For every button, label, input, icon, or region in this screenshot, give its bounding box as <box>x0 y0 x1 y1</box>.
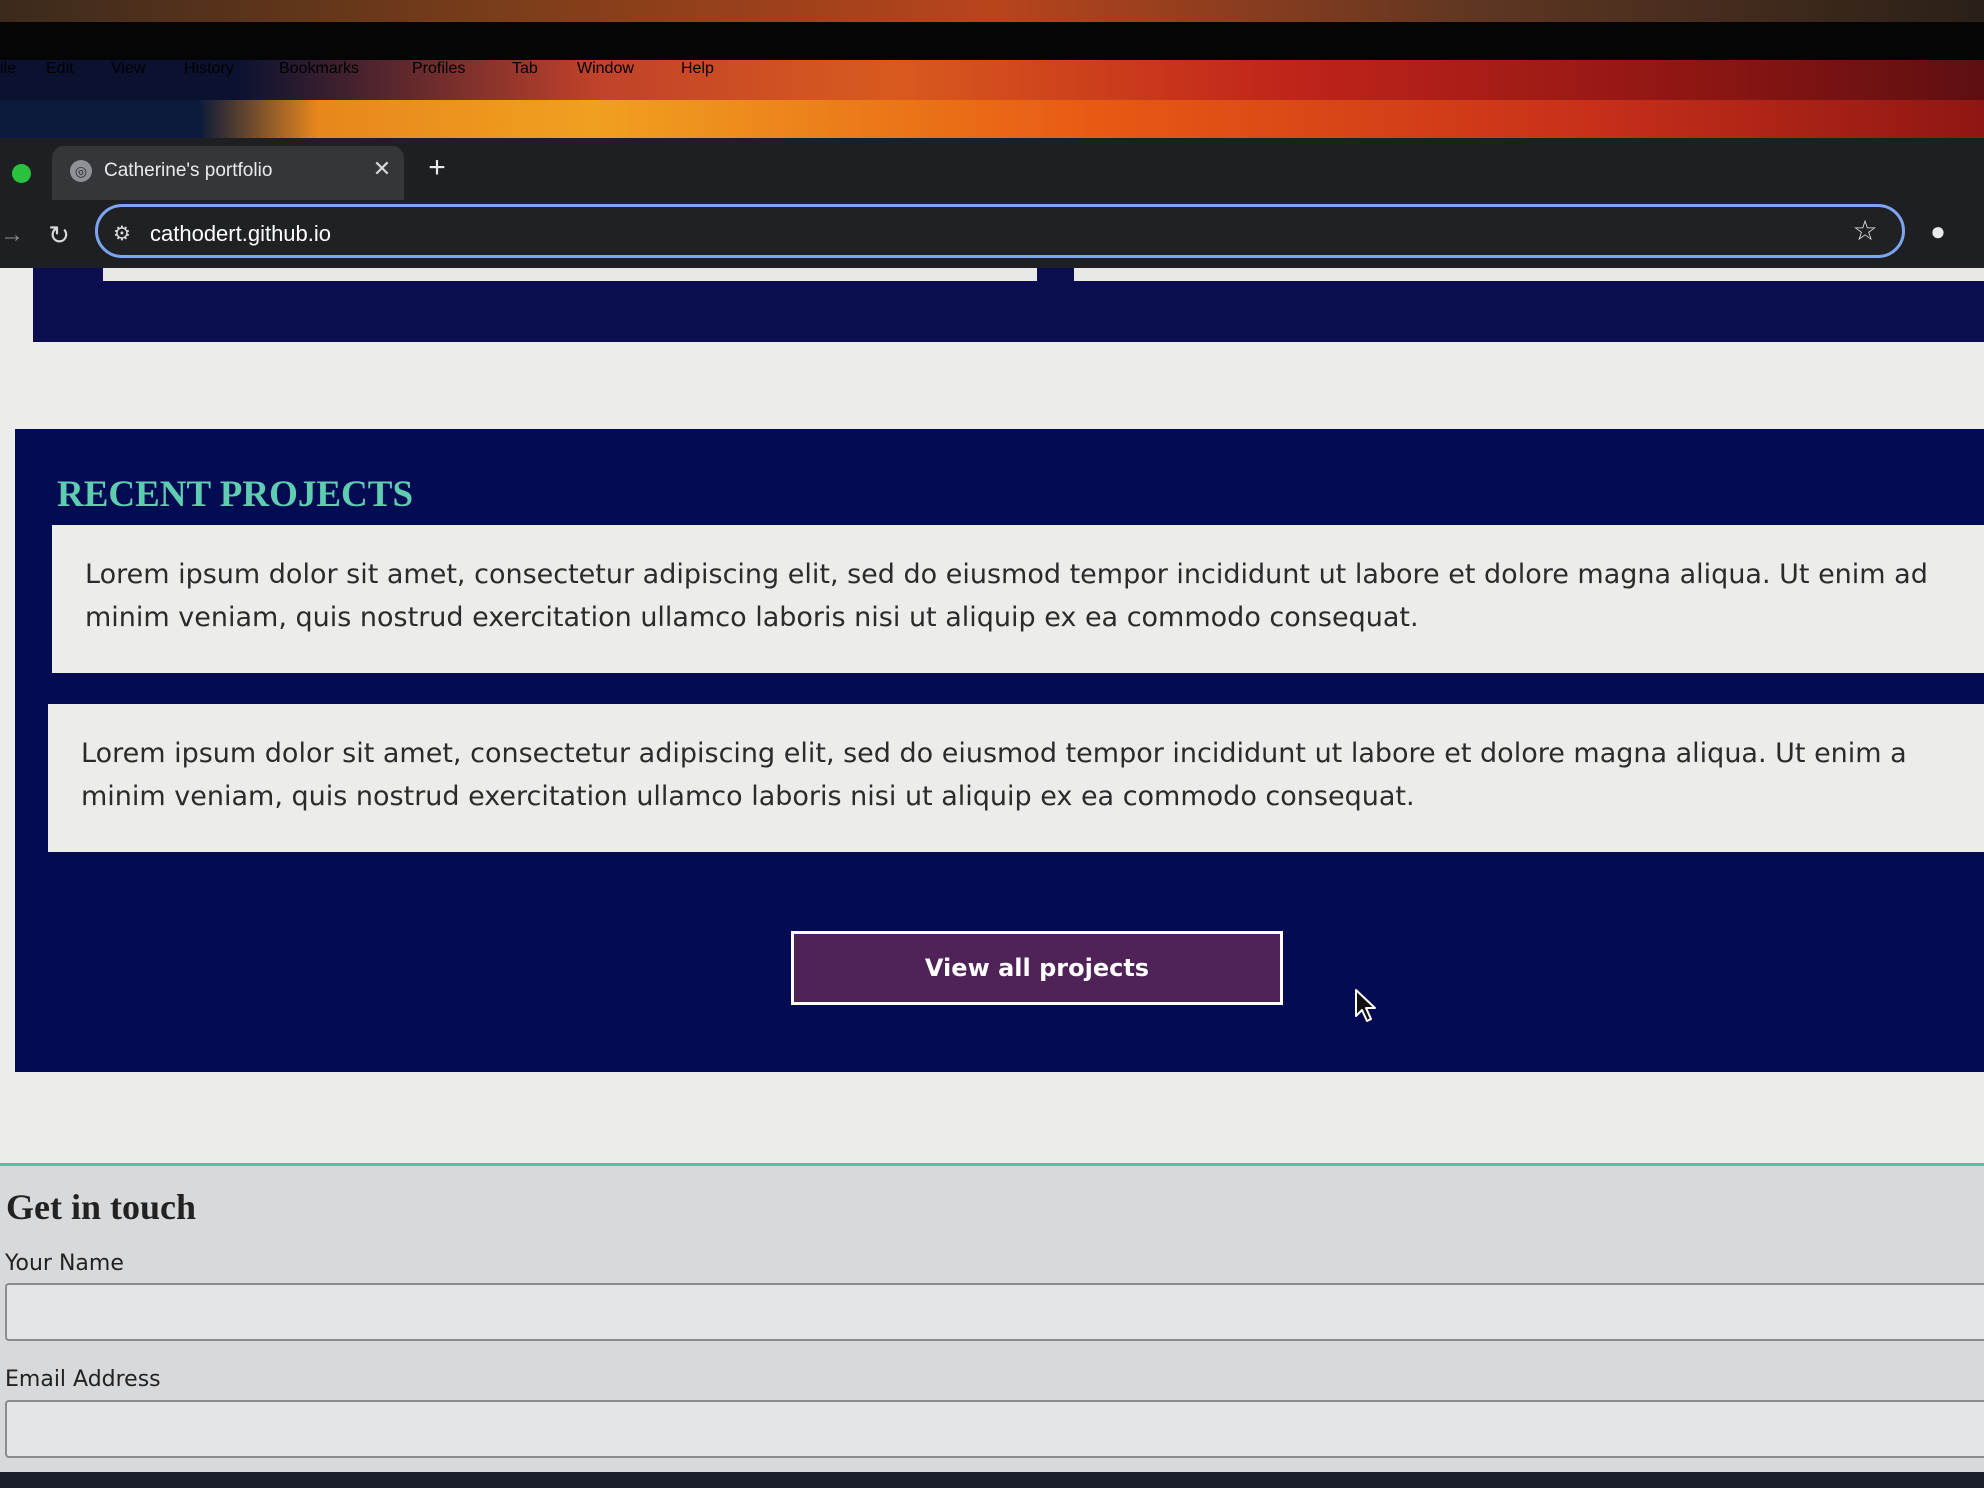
desktop-wallpaper <box>0 0 1984 22</box>
new-tab-button[interactable]: + <box>420 152 454 186</box>
name-field[interactable] <box>5 1283 1984 1341</box>
close-icon[interactable]: ✕ <box>368 154 396 184</box>
name-label: Your Name <box>5 1251 124 1276</box>
project-description-line: minim veniam, quis nostrud exercitation … <box>85 602 1419 633</box>
reload-icon[interactable]: ↻ <box>44 220 74 250</box>
email-field[interactable] <box>5 1400 1984 1458</box>
window-zoom-button[interactable] <box>12 164 31 183</box>
url-text[interactable]: cathodert.github.io <box>150 219 331 249</box>
globe-icon: ◎ <box>70 160 92 182</box>
previous-card <box>103 268 1037 281</box>
menu-bar-wallpaper <box>0 100 1984 138</box>
previous-section-panel <box>33 268 1984 342</box>
view-all-projects-button[interactable]: View all projects <box>791 931 1283 1005</box>
previous-card <box>1074 268 1984 281</box>
project-description-line: Lorem ipsum dolor sit amet, consectetur … <box>81 738 1907 769</box>
project-description-line: Lorem ipsum dolor sit amet, consectetur … <box>85 559 1928 590</box>
address-bar[interactable] <box>95 204 1905 258</box>
tab-title: Catherine's portfolio <box>104 160 273 181</box>
profile-icon[interactable]: ● <box>1923 216 1953 246</box>
mouse-cursor-icon <box>1355 989 1376 1022</box>
project-card[interactable]: Lorem ipsum dolor sit amet, consectetur … <box>52 525 1984 673</box>
menu-help[interactable]: Help <box>681 60 1984 90</box>
email-label: Email Address <box>5 1367 161 1392</box>
contact-section: Get in touch Your Name Email Address <box>0 1163 1984 1488</box>
forward-icon[interactable]: → <box>0 220 24 250</box>
screen-bezel <box>0 22 1984 60</box>
project-description-line: minim veniam, quis nostrud exercitation … <box>81 781 1415 812</box>
project-description: Lorem ipsum dolor sit amet, consectetur … <box>85 553 1984 639</box>
web-page: RECENT PROJECTS Lorem ipsum dolor sit am… <box>0 268 1984 1488</box>
bookmark-star-icon[interactable]: ☆ <box>1848 214 1882 248</box>
recent-projects-section: RECENT PROJECTS Lorem ipsum dolor sit am… <box>15 429 1984 1072</box>
contact-heading: Get in touch <box>6 1187 197 1227</box>
project-description: Lorem ipsum dolor sit amet, consectetur … <box>81 732 1984 818</box>
screen-bottom-edge <box>0 1472 1984 1488</box>
section-title: RECENT PROJECTS <box>57 474 414 515</box>
site-settings-icon[interactable]: ⚙ <box>108 220 136 248</box>
project-card[interactable]: Lorem ipsum dolor sit amet, consectetur … <box>48 704 1984 852</box>
